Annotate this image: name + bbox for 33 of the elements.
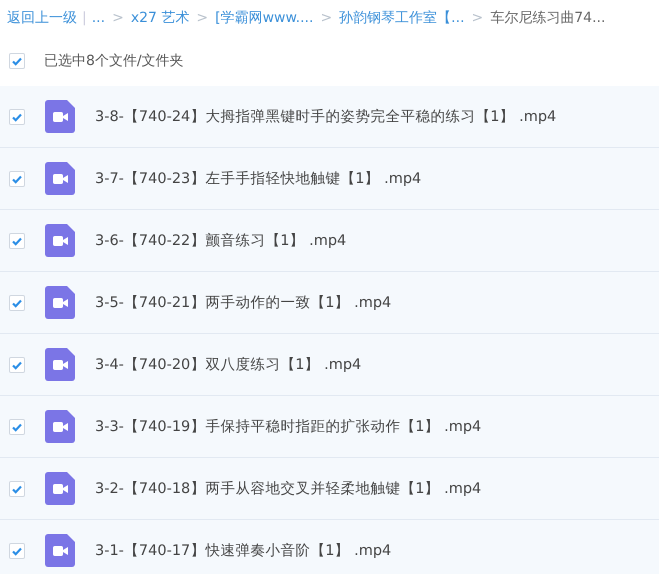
checkmark-icon: [11, 55, 23, 67]
file-name[interactable]: 3-3-【740-19】手保持平稳时指距的扩张动作【1】 .mp4: [95, 417, 482, 436]
checkbox[interactable]: [9, 356, 25, 372]
file-name[interactable]: 3-7-【740-23】左手手指轻快地触键【1】 .mp4: [95, 169, 422, 188]
divider: |: [82, 10, 87, 26]
file-name[interactable]: 3-8-【740-24】大拇指弹黑键时手的姿势完全平稳的练习【1】 .mp4: [95, 107, 556, 126]
checkbox[interactable]: [9, 418, 25, 434]
breadcrumb-current: 车尔尼练习曲74...: [490, 9, 606, 27]
checkbox[interactable]: [9, 170, 25, 186]
video-file-icon: [45, 286, 75, 319]
video-file-icon: [45, 348, 75, 381]
checkbox[interactable]: [9, 294, 25, 310]
file-name[interactable]: 3-4-【740-20】双八度练习【1】 .mp4: [95, 355, 362, 374]
chevron-icon: >: [196, 10, 208, 26]
video-file-icon: [45, 534, 75, 567]
chevron-icon: >: [112, 10, 124, 26]
chevron-icon: >: [320, 10, 332, 26]
checkbox[interactable]: [9, 53, 25, 69]
checkbox[interactable]: [9, 108, 25, 124]
video-file-icon: [45, 472, 75, 505]
video-file-icon: [45, 224, 75, 257]
checkbox[interactable]: [9, 480, 25, 496]
selection-count: 已选中8个文件/文件夹: [44, 52, 184, 70]
video-file-icon: [45, 410, 75, 443]
video-file-icon: [45, 162, 75, 195]
video-file-icon: [45, 100, 75, 133]
checkbox[interactable]: [9, 232, 25, 248]
file-name[interactable]: 3-2-【740-18】两手从容地交叉并轻柔地触键【1】 .mp4: [95, 479, 482, 498]
file-name[interactable]: 3-1-【740-17】快速弹奏小音阶【1】 .mp4: [95, 541, 392, 560]
chevron-icon: >: [472, 10, 484, 26]
file-name[interactable]: 3-6-【740-22】颤音练习【1】 .mp4: [95, 231, 346, 250]
file-name[interactable]: 3-5-【740-21】两手动作的一致【1】 .mp4: [95, 293, 392, 312]
checkbox[interactable]: [9, 542, 25, 558]
